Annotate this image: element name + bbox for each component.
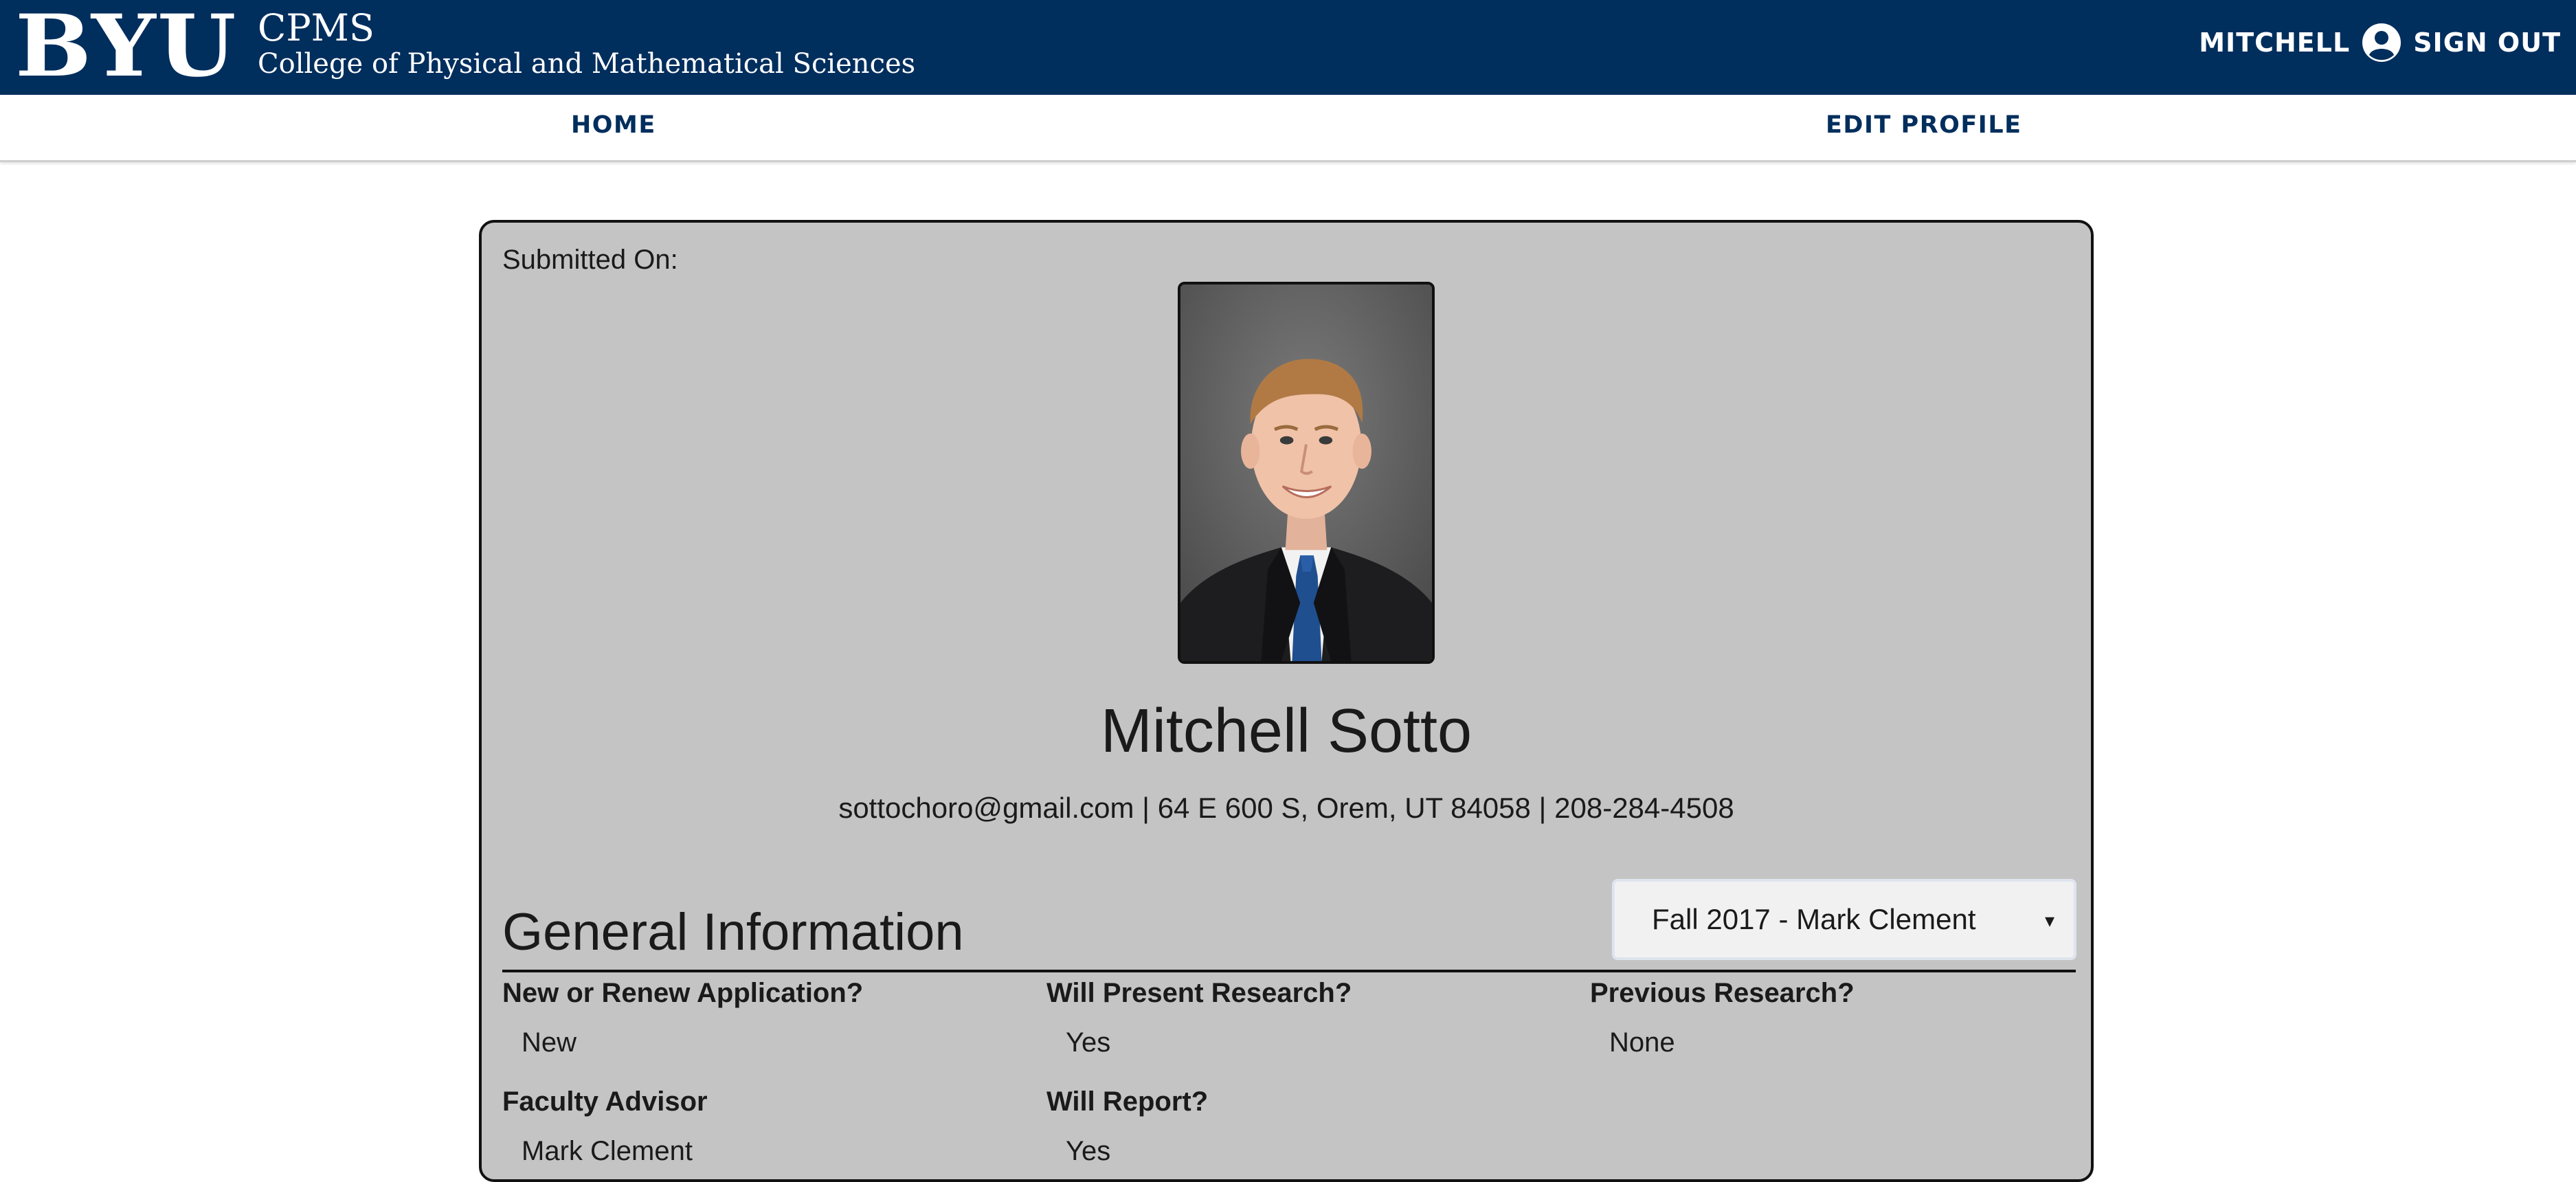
term-select-value: Fall 2017 - Mark Clement (1652, 903, 1976, 935)
field-value: Yes (1066, 1136, 1111, 1166)
field-label: Faculty Advisor (502, 1086, 708, 1117)
field-previous-research: Previous Research? None (1590, 976, 1855, 1060)
field-value: Yes (1066, 1027, 1111, 1058)
profile-photo (1178, 282, 1435, 664)
nav-home-link[interactable]: HOME (571, 111, 656, 139)
field-label: Will Present Research? (1046, 978, 1352, 1008)
user-area: MITCHELL SIGN OUT (2199, 21, 2561, 65)
field-value: Mark Clement (522, 1136, 693, 1166)
top-header: BYU CPMS College of Physical and Mathema… (0, 0, 2576, 95)
field-faculty-advisor: Faculty Advisor Mark Clement (502, 1084, 708, 1168)
chevron-down-icon[interactable]: ▾ (2045, 909, 2054, 932)
field-label: Will Report? (1046, 1086, 1209, 1117)
student-name: Mitchell Sotto (1100, 697, 1472, 766)
contact-info: sottochoro@gmail.com | 64 E 600 S, Orem,… (838, 792, 1734, 824)
field-will-present-research: Will Present Research? Yes (1046, 976, 1352, 1060)
app-title[interactable]: CPMS (258, 7, 374, 49)
app-subtitle: College of Physical and Mathematical Sci… (258, 48, 916, 80)
field-new-or-renew: New or Renew Application? New (502, 976, 863, 1060)
field-label: Previous Research? (1590, 978, 1855, 1008)
main-nav: HOME EDIT PROFILE (0, 95, 2576, 162)
field-label: New or Renew Application? (502, 978, 864, 1008)
general-information-heading: General Information (502, 903, 964, 961)
user-name[interactable]: MITCHELL (2199, 27, 2350, 58)
byu-logo[interactable]: BYU (15, 4, 238, 89)
field-value: New (522, 1027, 577, 1058)
user-avatar-icon[interactable] (2362, 23, 2401, 62)
term-advisor-select[interactable]: Fall 2017 - Mark Clement ▾ (1612, 879, 2076, 960)
section-divider (502, 970, 2076, 972)
submitted-on-label: Submitted On: (502, 245, 678, 275)
field-value: None (1609, 1027, 1675, 1058)
nav-edit-profile-link[interactable]: EDIT PROFILE (1826, 111, 2022, 139)
sign-out-link[interactable]: SIGN OUT (2413, 27, 2561, 58)
field-will-report: Will Report? Yes (1046, 1084, 1208, 1168)
application-card: Submitted On: Mitchell Sotto sottochoro@… (479, 220, 2094, 1182)
